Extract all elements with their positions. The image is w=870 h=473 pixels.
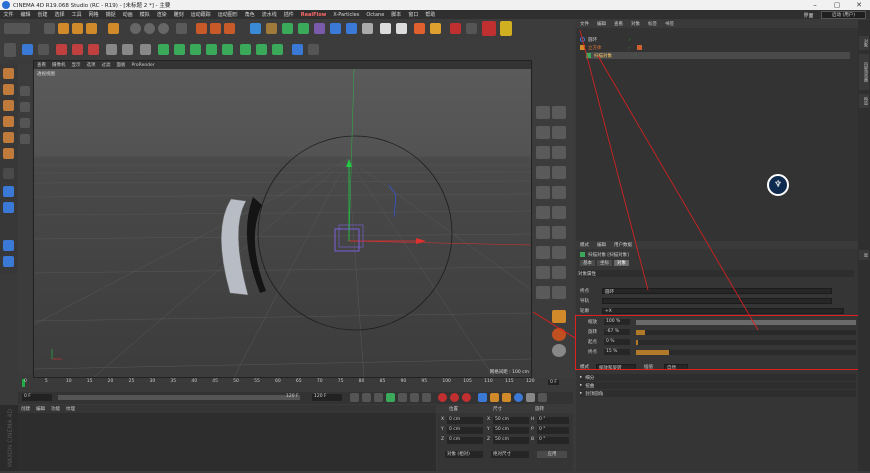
- side-tab-content-browser[interactable]: 内容浏览器: [859, 54, 869, 90]
- side-tab-layers[interactable]: 层: [859, 250, 869, 260]
- side-tab-structure[interactable]: 构造: [859, 94, 869, 108]
- annotation-lines: [532, 29, 759, 339]
- side-tab-objects[interactable]: 对象: [859, 36, 869, 50]
- side-tabs: 对象 内容浏览器 构造 层: [858, 20, 870, 471]
